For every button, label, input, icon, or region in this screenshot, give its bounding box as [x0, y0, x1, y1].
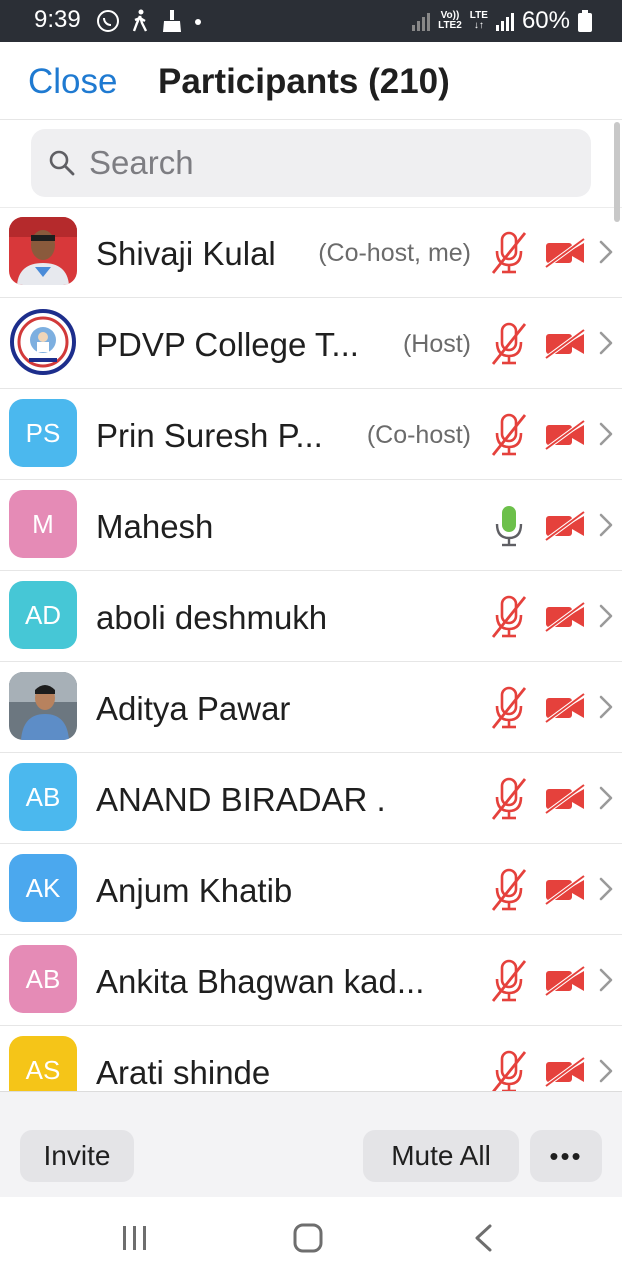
- status-system-icons: Vo)) LTE2 LTE ↓↑ 60%: [412, 6, 592, 36]
- chevron-right-icon[interactable]: [598, 1058, 614, 1084]
- chevron-right-icon[interactable]: [598, 512, 614, 538]
- network-volte-label: Vo)) LTE2: [438, 11, 462, 31]
- lte-indicator: LTE ↓↑: [470, 11, 488, 31]
- participant-row[interactable]: AS Arati shinde: [0, 1026, 622, 1091]
- recent-apps-icon[interactable]: [120, 1224, 150, 1252]
- participant-row[interactable]: PS Prin Suresh P... (Co-host): [0, 389, 622, 480]
- status-time: 9:39: [34, 6, 81, 33]
- video-off-icon[interactable]: [544, 602, 586, 632]
- participant-row[interactable]: PDVP College T... (Host): [0, 298, 622, 389]
- avatar: AD: [9, 581, 77, 649]
- avatar: AB: [9, 763, 77, 831]
- mic-muted-icon[interactable]: [490, 686, 528, 730]
- dot-icon: [195, 19, 201, 25]
- mic-active-icon[interactable]: [490, 504, 528, 548]
- avatar: [9, 672, 77, 740]
- signal-strong-icon: [495, 13, 514, 31]
- chevron-right-icon[interactable]: [598, 239, 614, 265]
- more-options-button[interactable]: •••: [530, 1130, 602, 1182]
- participant-row[interactable]: Shivaji Kulal (Co-host, me): [0, 207, 622, 298]
- participants-header: Close Participants (210): [0, 42, 622, 120]
- back-icon[interactable]: [472, 1223, 494, 1253]
- participant-name: ANAND BIRADAR .: [96, 781, 386, 818]
- mic-muted-icon[interactable]: [490, 413, 528, 457]
- mute-all-button[interactable]: Mute All: [363, 1130, 519, 1182]
- chevron-right-icon[interactable]: [598, 785, 614, 811]
- status-bar: 9:39 Vo)) LTE2 LTE ↓↑ 60%: [0, 0, 622, 42]
- mic-muted-icon[interactable]: [490, 322, 528, 366]
- system-nav-bar: [0, 1197, 622, 1280]
- participant-row[interactable]: AK Anjum Khatib: [0, 844, 622, 935]
- participant-name: Anjum Khatib: [96, 872, 293, 909]
- home-icon[interactable]: [292, 1222, 324, 1254]
- mic-muted-icon[interactable]: [490, 777, 528, 821]
- chevron-right-icon[interactable]: [598, 330, 614, 356]
- walking-icon: [132, 9, 148, 32]
- mic-muted-icon[interactable]: [490, 231, 528, 275]
- avatar: [9, 308, 77, 376]
- bottom-toolbar: Invite Mute All •••: [0, 1091, 622, 1197]
- page-title: Participants (210): [158, 62, 450, 101]
- participant-name: Aditya Pawar: [96, 690, 291, 727]
- chevron-right-icon[interactable]: [598, 694, 614, 720]
- avatar: AK: [9, 854, 77, 922]
- participant-role: (Co-host, me): [318, 239, 471, 267]
- search-icon: [49, 150, 75, 176]
- participant-row[interactable]: AB ANAND BIRADAR .: [0, 753, 622, 844]
- video-off-icon[interactable]: [544, 329, 586, 359]
- battery-icon: [578, 10, 592, 32]
- signal-weak-icon: [412, 13, 431, 31]
- video-off-icon[interactable]: [544, 1057, 586, 1087]
- avatar: M: [9, 490, 77, 558]
- search-section: [0, 120, 622, 208]
- search-box[interactable]: [31, 129, 591, 197]
- participant-list[interactable]: Shivaji Kulal (Co-host, me) PDVP College T…: [0, 207, 622, 1091]
- video-off-icon[interactable]: [544, 238, 586, 268]
- invite-button[interactable]: Invite: [20, 1130, 134, 1182]
- battery-percent: 60%: [521, 7, 570, 34]
- data-arrows-icon: ↓↑: [473, 20, 484, 31]
- close-button[interactable]: Close: [28, 62, 117, 102]
- avatar: PS: [9, 399, 77, 467]
- chevron-right-icon[interactable]: [598, 876, 614, 902]
- participant-name: Arati shinde: [96, 1054, 271, 1091]
- participant-row[interactable]: M Mahesh: [0, 480, 622, 571]
- participant-row[interactable]: AB Ankita Bhagwan kad...: [0, 935, 622, 1026]
- participant-name: Shivaji Kulal: [96, 235, 276, 272]
- mic-muted-icon[interactable]: [490, 868, 528, 912]
- participant-name: aboli deshmukh: [96, 599, 328, 636]
- participant-name: Ankita Bhagwan kad...: [96, 963, 425, 1000]
- broom-icon: [163, 10, 181, 32]
- avatar: AB: [9, 945, 77, 1013]
- participant-name: PDVP College T...: [96, 326, 359, 363]
- whatsapp-icon: [97, 10, 119, 32]
- chevron-right-icon[interactable]: [598, 603, 614, 629]
- participant-name: Prin Suresh P...: [96, 417, 323, 454]
- video-off-icon[interactable]: [544, 966, 586, 996]
- video-off-icon[interactable]: [544, 511, 586, 541]
- video-off-icon[interactable]: [544, 420, 586, 450]
- participant-name: Mahesh: [96, 508, 214, 545]
- participant-role: (Co-host): [366, 421, 471, 449]
- status-notification-icons: [96, 7, 202, 35]
- video-off-icon[interactable]: [544, 693, 586, 723]
- mic-muted-icon[interactable]: [490, 595, 528, 639]
- participant-role: (Host): [402, 330, 471, 358]
- mic-muted-icon[interactable]: [490, 1050, 528, 1091]
- participant-row[interactable]: AD aboli deshmukh: [0, 571, 622, 662]
- avatar: [9, 217, 77, 285]
- chevron-right-icon[interactable]: [598, 967, 614, 993]
- search-input[interactable]: [89, 143, 569, 183]
- video-off-icon[interactable]: [544, 875, 586, 905]
- mic-muted-icon[interactable]: [490, 959, 528, 1003]
- participant-row[interactable]: Aditya Pawar: [0, 662, 622, 753]
- chevron-right-icon[interactable]: [598, 421, 614, 447]
- video-off-icon[interactable]: [544, 784, 586, 814]
- lte2-text: LTE2: [438, 20, 462, 31]
- avatar: AS: [9, 1036, 77, 1091]
